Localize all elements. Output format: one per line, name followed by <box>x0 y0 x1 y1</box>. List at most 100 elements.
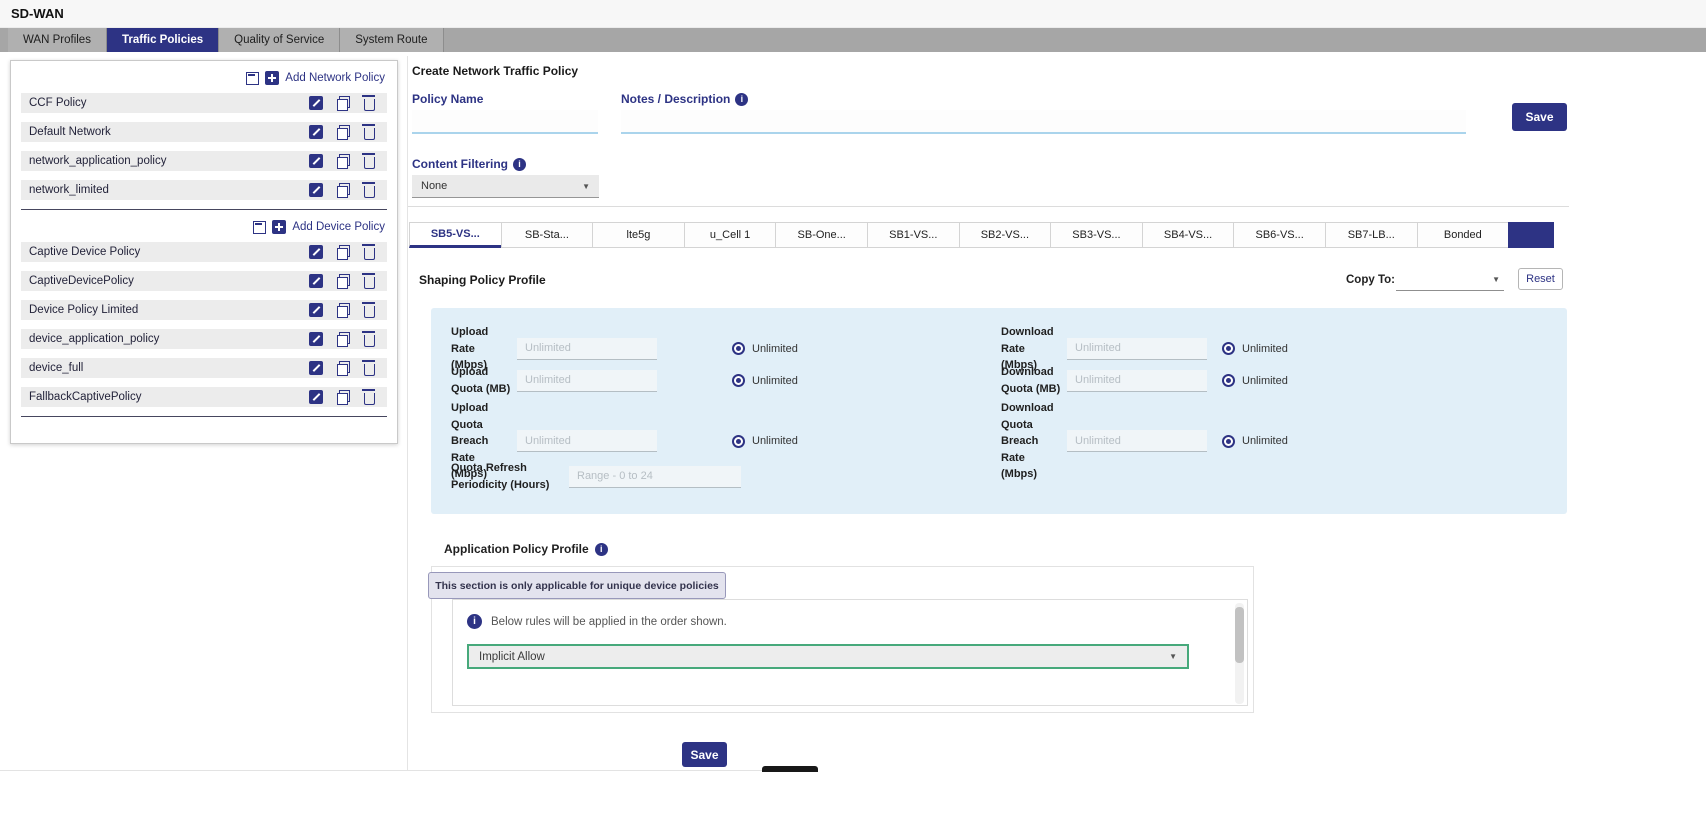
rule-action-select[interactable]: Implicit Allow <box>467 644 1189 669</box>
interface-tab[interactable]: SB3-VS... <box>1050 222 1143 248</box>
device-policy-row[interactable]: CaptiveDevicePolicy <box>21 271 387 291</box>
unlimited-radio[interactable] <box>1222 374 1235 387</box>
notes-input[interactable] <box>621 110 1466 134</box>
edit-icon[interactable] <box>309 96 323 110</box>
device-policy-row[interactable]: FallbackCaptivePolicy <box>21 387 387 407</box>
interface-tab[interactable]: Bonded <box>1417 222 1510 248</box>
save-button[interactable]: Save <box>1512 103 1567 131</box>
copy-icon[interactable] <box>336 332 351 347</box>
delete-icon[interactable] <box>364 128 375 140</box>
copy-to-label: Copy To: <box>1346 274 1395 286</box>
edit-icon[interactable] <box>309 390 323 404</box>
scrollbar-track[interactable] <box>1235 603 1244 704</box>
tab-system-route[interactable]: System Route <box>340 28 443 52</box>
delete-icon[interactable] <box>364 277 375 289</box>
content-filtering-select[interactable]: None <box>412 175 599 198</box>
reset-button[interactable]: Reset <box>1518 268 1563 290</box>
copy-icon[interactable] <box>336 303 351 318</box>
row-actions <box>309 390 375 405</box>
copy-icon[interactable] <box>336 96 351 111</box>
upload-rate-input[interactable] <box>517 338 657 360</box>
device-policy-row[interactable]: device_full <box>21 358 387 378</box>
device-policy-row[interactable]: Captive Device Policy <box>21 242 387 262</box>
policy-name-label: Captive Device Policy <box>29 246 140 258</box>
interface-tab[interactable]: SB-Sta... <box>501 222 594 248</box>
interface-tab[interactable]: SB5-VS... <box>409 222 502 248</box>
add-icon[interactable] <box>265 71 279 85</box>
interface-tab[interactable]: SB-One... <box>775 222 868 248</box>
tab-strip-end-button[interactable] <box>1508 222 1554 248</box>
info-icon[interactable] <box>513 158 526 171</box>
bottom-save-button[interactable]: Save <box>682 742 727 767</box>
copy-icon[interactable] <box>336 183 351 198</box>
scrollbar-thumb[interactable] <box>1235 607 1244 663</box>
policy-name-input[interactable] <box>412 110 598 134</box>
unlimited-radio[interactable] <box>732 435 745 448</box>
application-policy-title: Application Policy Profile <box>444 542 589 556</box>
network-policy-row[interactable]: Default Network <box>21 122 387 142</box>
network-policy-row[interactable]: network_limited <box>21 180 387 200</box>
interface-tab[interactable]: SB7-LB... <box>1325 222 1418 248</box>
delete-icon[interactable] <box>364 99 375 111</box>
tab-quality-of-service[interactable]: Quality of Service <box>219 28 340 52</box>
add-icon[interactable] <box>272 220 286 234</box>
download-quota-breach-input[interactable] <box>1067 430 1207 452</box>
interface-tab[interactable]: lte5g <box>592 222 685 248</box>
copy-to-select[interactable] <box>1396 268 1504 291</box>
copy-icon[interactable] <box>336 390 351 405</box>
row-actions <box>309 96 375 111</box>
interface-tab[interactable]: u_Cell 1 <box>684 222 777 248</box>
network-policy-row[interactable]: network_application_policy <box>21 151 387 171</box>
policy-name-label: Policy Name <box>412 92 483 106</box>
window-icon[interactable] <box>246 72 259 85</box>
delete-icon[interactable] <box>364 364 375 376</box>
unlimited-radio[interactable] <box>1222 435 1235 448</box>
copy-icon[interactable] <box>336 125 351 140</box>
device-policy-row[interactable]: device_application_policy <box>21 329 387 349</box>
info-icon[interactable] <box>595 543 608 556</box>
edit-icon[interactable] <box>309 361 323 375</box>
download-quota-input[interactable] <box>1067 370 1207 392</box>
copy-icon[interactable] <box>336 245 351 260</box>
device-policy-row[interactable]: Device Policy Limited <box>21 300 387 320</box>
interface-tab[interactable]: SB4-VS... <box>1142 222 1235 248</box>
interface-tab[interactable]: SB6-VS... <box>1233 222 1326 248</box>
delete-icon[interactable] <box>364 335 375 347</box>
delete-icon[interactable] <box>364 248 375 260</box>
create-policy-form: Create Network Traffic Policy Policy Nam… <box>407 56 1568 770</box>
info-icon[interactable] <box>735 93 748 106</box>
edit-icon[interactable] <box>309 125 323 139</box>
edit-icon[interactable] <box>309 332 323 346</box>
delete-icon[interactable] <box>364 306 375 318</box>
copy-icon[interactable] <box>336 274 351 289</box>
copy-icon[interactable] <box>336 361 351 376</box>
main-tab-bar: WAN Profiles Traffic Policies Quality of… <box>0 28 1706 52</box>
upload-quota-input[interactable] <box>517 370 657 392</box>
copy-icon[interactable] <box>336 154 351 169</box>
edit-icon[interactable] <box>309 274 323 288</box>
download-rate-input[interactable] <box>1067 338 1207 360</box>
row-actions <box>309 332 375 347</box>
delete-icon[interactable] <box>364 157 375 169</box>
network-policy-row[interactable]: CCF Policy <box>21 93 387 113</box>
interface-tab[interactable]: SB1-VS... <box>867 222 960 248</box>
edit-icon[interactable] <box>309 303 323 317</box>
add-network-policy-link[interactable]: Add Network Policy <box>285 72 385 84</box>
unlimited-radio[interactable] <box>732 374 745 387</box>
delete-icon[interactable] <box>364 186 375 198</box>
edit-icon[interactable] <box>309 154 323 168</box>
unlimited-radio[interactable] <box>1222 342 1235 355</box>
add-device-policy-link[interactable]: Add Device Policy <box>292 221 385 233</box>
edit-icon[interactable] <box>309 183 323 197</box>
interface-tab[interactable]: SB2-VS... <box>959 222 1052 248</box>
quota-refresh-input[interactable] <box>569 466 741 488</box>
delete-icon[interactable] <box>364 393 375 405</box>
upload-quota-breach-input[interactable] <box>517 430 657 452</box>
window-icon[interactable] <box>253 221 266 234</box>
tab-wan-profiles[interactable]: WAN Profiles <box>8 28 107 52</box>
unlimited-radio[interactable] <box>732 342 745 355</box>
app-header: SD-WAN <box>0 0 1706 28</box>
edit-icon[interactable] <box>309 245 323 259</box>
tab-traffic-policies[interactable]: Traffic Policies <box>107 28 219 52</box>
caret-down-icon <box>1169 652 1177 661</box>
